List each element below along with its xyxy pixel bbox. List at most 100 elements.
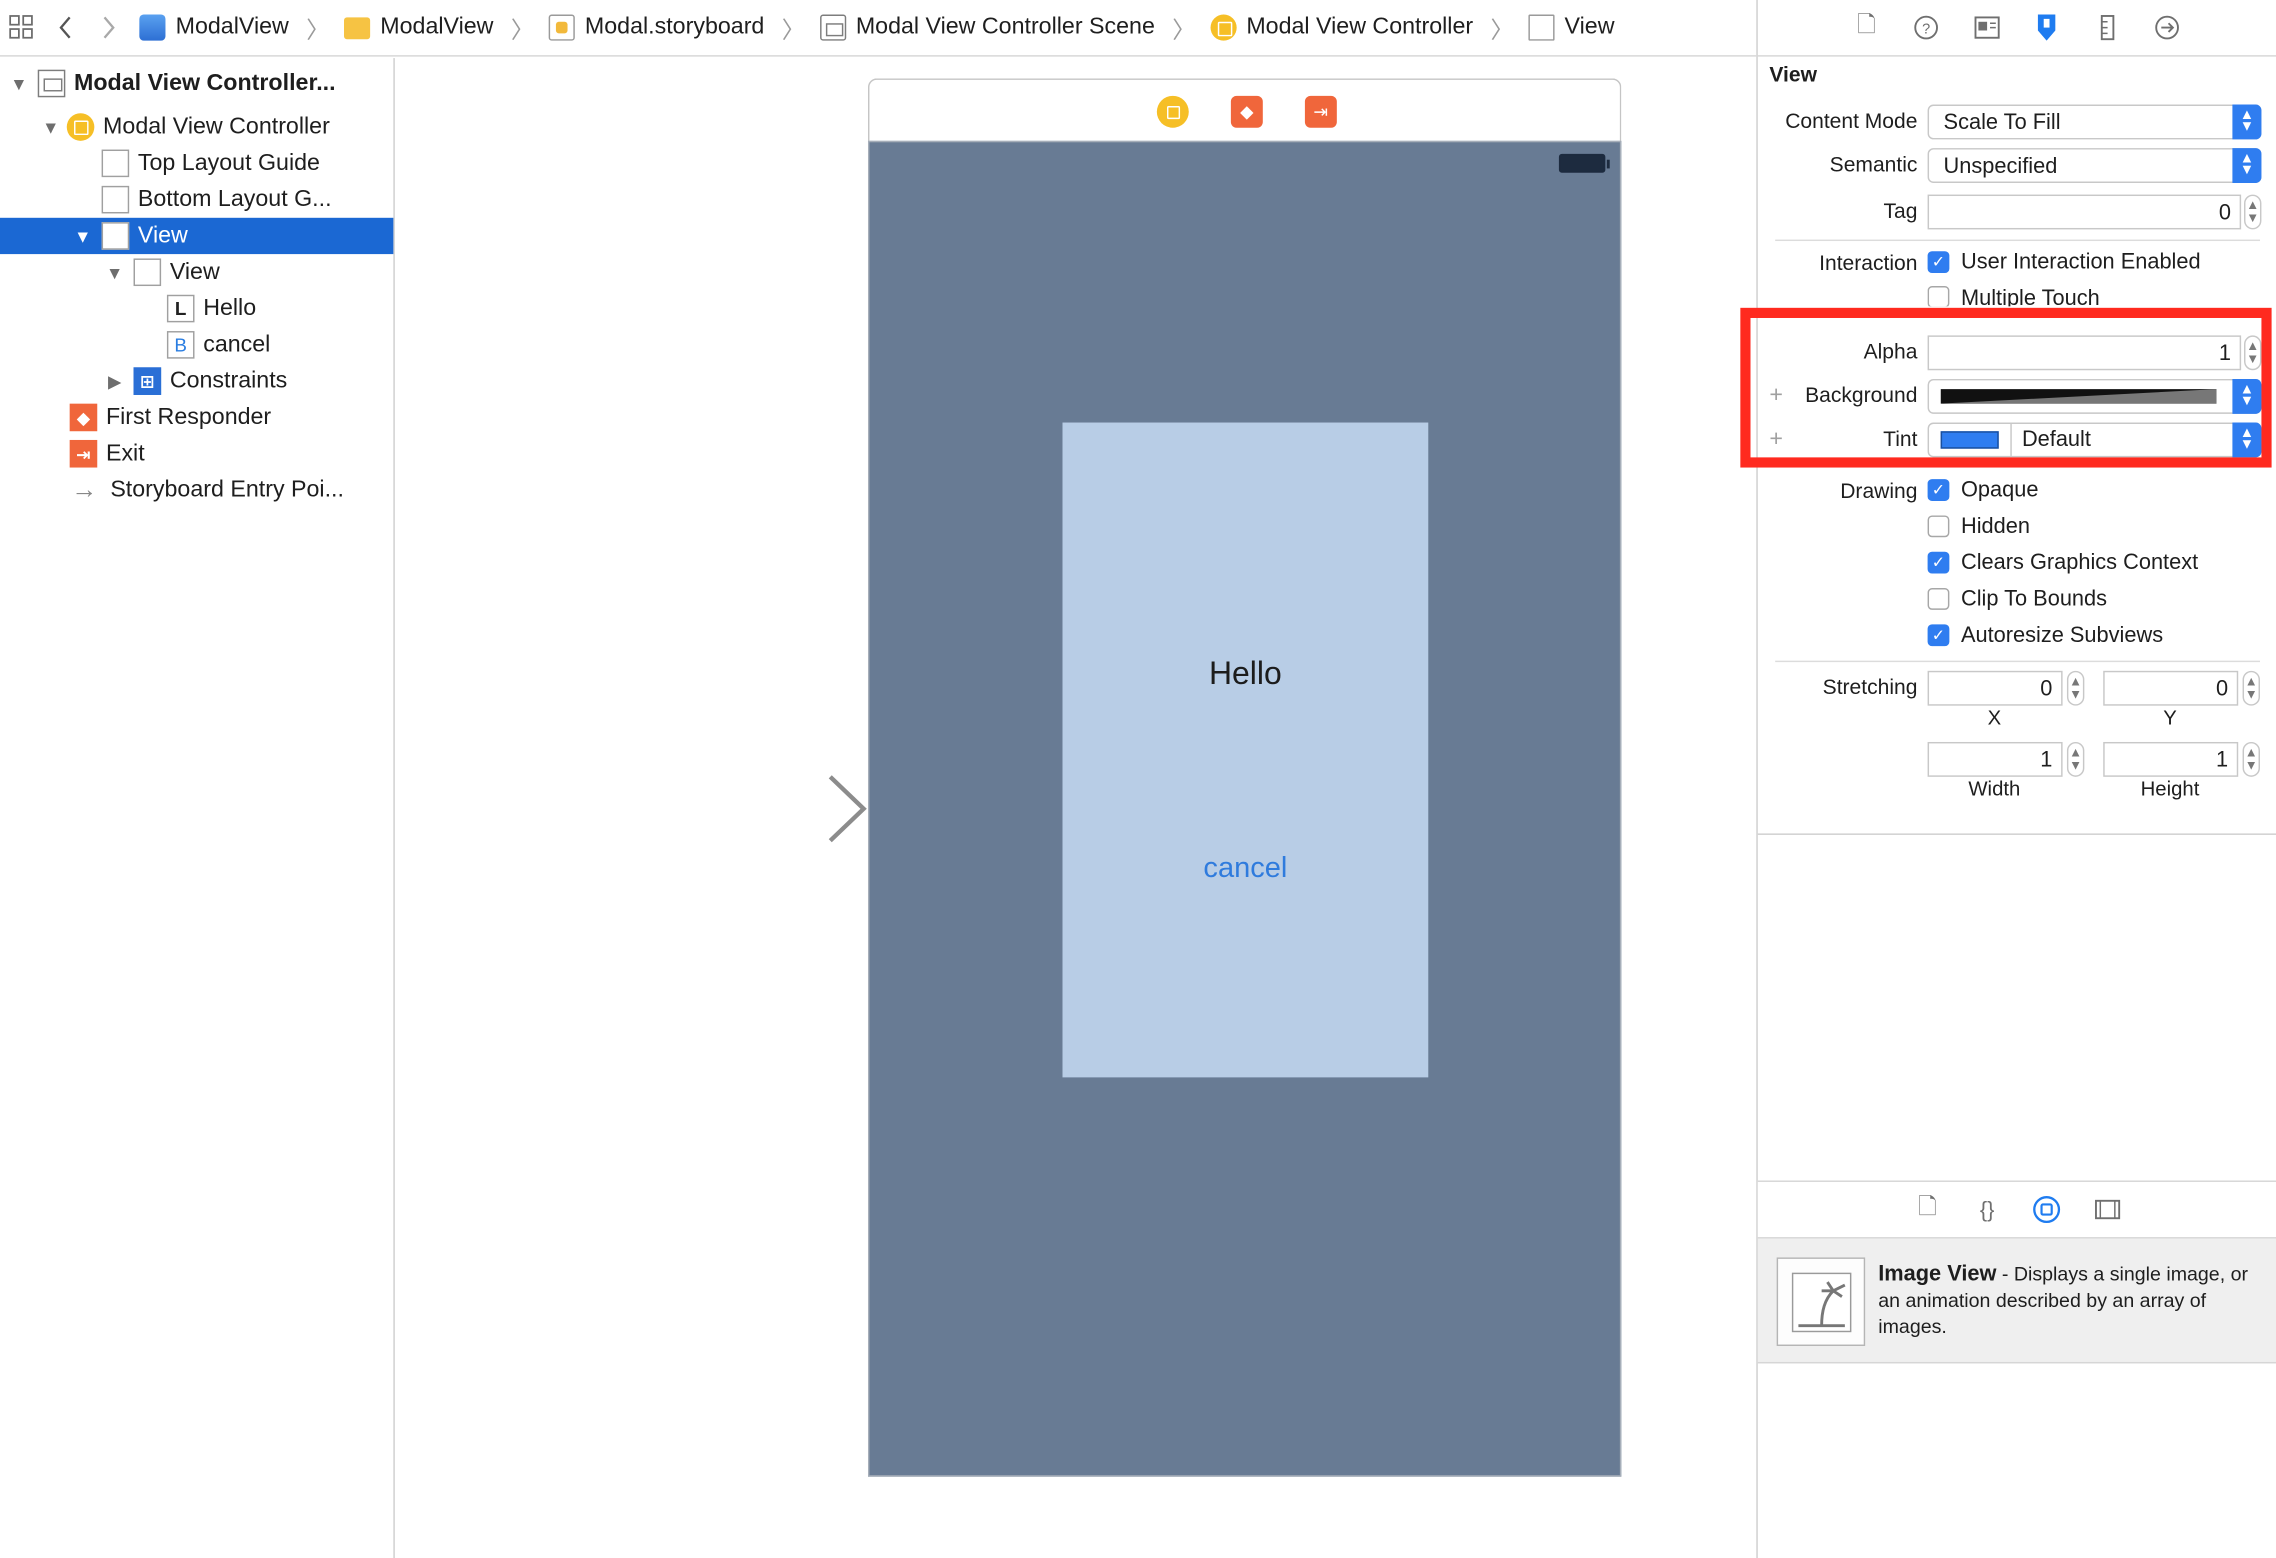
disclosure-triangle-icon[interactable]: ▼ xyxy=(9,73,29,93)
connections-inspector-icon[interactable] xyxy=(2151,12,2183,44)
view-icon xyxy=(1528,14,1555,41)
svg-text:?: ? xyxy=(1922,21,1930,37)
identity-inspector-icon[interactable] xyxy=(1971,12,2003,44)
stretch-y-stepper[interactable]: ▲ ▼ xyxy=(2242,670,2260,706)
interaction-label: Interaction xyxy=(1819,252,1918,276)
outline-item-exit[interactable]: ⇥ Exit xyxy=(0,436,393,472)
entry-arrow-icon: → xyxy=(71,474,98,504)
outline-item-view-selected[interactable]: ▼ View xyxy=(0,217,394,255)
divider xyxy=(1757,833,2276,835)
disclosure-triangle-collapsed-icon[interactable]: ▶ xyxy=(105,371,125,391)
document-outline: ▼ Modal View Controller... ▼ Modal View … xyxy=(0,58,395,1558)
media-library-icon[interactable] xyxy=(2092,1194,2124,1226)
outline-item-scene[interactable]: ▼ Modal View Controller... xyxy=(0,65,393,101)
stretching-label: Stretching xyxy=(1822,676,1918,700)
semantic-label: Semantic xyxy=(1829,153,1918,178)
related-items-icon[interactable] xyxy=(0,0,44,56)
cancel-button[interactable]: cancel xyxy=(1062,852,1428,885)
checkbox-icon xyxy=(1927,286,1950,307)
breadcrumb-folder[interactable]: ModalView 〉 xyxy=(335,10,540,45)
stretch-height-field[interactable]: 1 xyxy=(2103,741,2239,777)
object-library-icon[interactable] xyxy=(2031,1194,2063,1226)
library-item-description: Image View - Displays a single image, or… xyxy=(1878,1261,2249,1338)
breadcrumb-separator: 〉 xyxy=(1490,18,1514,44)
outline-item-first-responder[interactable]: ◆ First Responder xyxy=(0,399,393,435)
constraints-icon: ⊞ xyxy=(133,367,162,395)
multiple-touch-checkbox[interactable]: Multiple Touch xyxy=(1927,286,2100,307)
inspector-tabs: 🗋 ? xyxy=(1757,0,2276,57)
checkmark-icon: ✓ xyxy=(1927,551,1950,574)
code-snippet-icon[interactable]: {} xyxy=(1971,1194,2003,1226)
outline-item-constraints[interactable]: ▶ ⊞ Constraints xyxy=(0,363,393,399)
quick-help-icon[interactable]: ? xyxy=(1910,12,1942,44)
outline-item-bottom-layout-guide[interactable]: Bottom Layout G... xyxy=(0,182,393,218)
storyboard-entry-arrow[interactable] xyxy=(667,770,871,848)
outline-item-button-cancel[interactable]: B cancel xyxy=(0,327,393,363)
opaque-checkbox[interactable]: ✓ Opaque xyxy=(1927,478,2038,502)
checkbox-icon xyxy=(1927,588,1950,610)
section-title: View xyxy=(1769,63,1817,88)
label-icon: L xyxy=(166,294,195,323)
breadcrumb-project[interactable]: ModalView 〉 xyxy=(131,10,336,45)
breadcrumb-separator: 〉 xyxy=(510,18,535,44)
divider xyxy=(1775,239,2260,242)
tag-stepper[interactable]: ▲ ▼ xyxy=(2244,194,2262,230)
autoresize-checkbox[interactable]: ✓ Autoresize Subviews xyxy=(1927,623,2163,648)
disclosure-triangle-icon[interactable]: ▼ xyxy=(105,262,125,282)
outline-item-top-layout-guide[interactable]: Top Layout Guide xyxy=(0,145,393,181)
clears-graphics-checkbox[interactable]: ✓ Clears Graphics Context xyxy=(1927,550,2198,575)
device-view[interactable]: Hello cancel xyxy=(867,140,1622,1477)
stretch-width-stepper[interactable]: ▲ ▼ xyxy=(2066,741,2085,777)
clip-to-bounds-checkbox[interactable]: Clip To Bounds xyxy=(1927,587,2107,611)
attributes-inspector-icon[interactable] xyxy=(2031,12,2063,44)
attributes-inspector: 🗋 ? View Content Mode Scale To Fill ▲ ▼ S… xyxy=(1740,0,2276,1558)
width-caption: Width xyxy=(1968,776,2021,801)
back-chevron-icon[interactable] xyxy=(44,0,88,56)
stretch-x-field[interactable]: 0 xyxy=(1927,670,2063,706)
breadcrumb-scene[interactable]: Modal View Controller Scene 〉 xyxy=(811,10,1202,45)
stretch-width-field[interactable]: 1 xyxy=(1927,741,2063,777)
library-item-image-view[interactable]: Image View - Displays a single image, or… xyxy=(1757,1238,2276,1364)
disclosure-triangle-icon[interactable]: ▼ xyxy=(73,226,93,246)
content-subview[interactable]: Hello cancel xyxy=(1062,422,1429,1078)
checkmark-icon: ✓ xyxy=(1927,479,1950,501)
scene-dock: ◆ ⇥ xyxy=(867,78,1622,141)
semantic-popup[interactable]: Unspecified ▲ ▼ xyxy=(1927,148,2262,183)
disclosure-triangle-icon[interactable]: ▼ xyxy=(41,117,61,137)
x-caption: X xyxy=(1987,705,2002,729)
forward-chevron-icon[interactable] xyxy=(87,0,131,56)
outline-item-view-controller[interactable]: ▼ Modal View Controller xyxy=(0,109,393,145)
size-inspector-icon[interactable] xyxy=(2092,12,2124,44)
library-tabs: 🗋 {} xyxy=(1757,1180,2276,1239)
layout-guide-icon xyxy=(101,149,130,178)
tag-field[interactable]: 0 xyxy=(1927,194,2242,230)
drawing-label: Drawing xyxy=(1840,480,1918,504)
outline-item-entry-point[interactable]: → Storyboard Entry Poi... xyxy=(0,472,393,508)
scene-icon xyxy=(819,14,846,41)
button-icon: B xyxy=(166,331,195,359)
view-controller-icon xyxy=(1210,14,1237,41)
breadcrumb-view[interactable]: View xyxy=(1520,14,1621,41)
storyboard-icon xyxy=(548,14,575,41)
exit-icon[interactable]: ⇥ xyxy=(1304,95,1337,128)
outline-item-label-hello[interactable]: L Hello xyxy=(0,290,393,326)
stretch-y-field[interactable]: 0 xyxy=(2103,670,2239,706)
battery-icon xyxy=(1558,153,1610,173)
content-mode-popup[interactable]: Scale To Fill ▲ ▼ xyxy=(1927,104,2262,140)
popup-chevron-icon: ▲ ▼ xyxy=(2232,148,2262,183)
outline-item-subview[interactable]: ▼ View xyxy=(0,254,393,290)
divider xyxy=(1775,660,2260,663)
checkmark-icon: ✓ xyxy=(1927,624,1950,647)
height-caption: Height xyxy=(2140,776,2200,801)
view-controller-icon[interactable] xyxy=(1156,95,1189,128)
hidden-checkbox[interactable]: Hidden xyxy=(1927,514,2030,539)
stretch-height-stepper[interactable]: ▲ ▼ xyxy=(2242,741,2260,777)
file-template-icon[interactable]: 🗋 xyxy=(1912,1194,1944,1226)
breadcrumb-storyboard[interactable]: Modal.storyboard 〉 xyxy=(540,10,811,45)
breadcrumb-view-controller[interactable]: Modal View Controller 〉 xyxy=(1201,10,1519,45)
file-inspector-icon[interactable]: 🗋 xyxy=(1851,12,1883,44)
content-mode-label: Content Mode xyxy=(1785,110,1918,134)
stretch-x-stepper[interactable]: ▲ ▼ xyxy=(2066,670,2085,706)
user-interaction-checkbox[interactable]: ✓ User Interaction Enabled xyxy=(1927,250,2201,274)
first-responder-icon[interactable]: ◆ xyxy=(1230,95,1263,128)
